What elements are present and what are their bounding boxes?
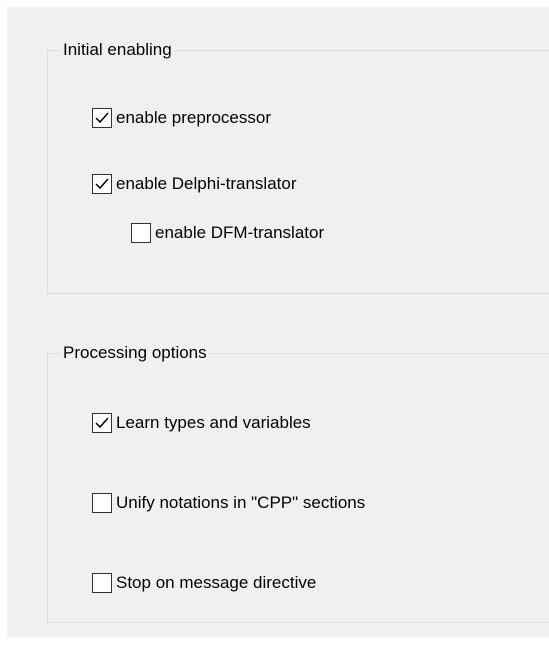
stop-on-message-label: Stop on message directive: [116, 573, 317, 592]
enable-dfm-translator-checkbox[interactable]: enable DFM-translator: [131, 221, 324, 245]
checkmark-icon: [95, 417, 109, 429]
checkbox-box[interactable]: [92, 493, 112, 513]
checkbox-box[interactable]: [92, 413, 112, 433]
unify-notations-label: Unify notations in "CPP" sections: [116, 493, 366, 512]
options-panel: Initial enabling enable preprocessor ena…: [7, 7, 549, 637]
checkmark-icon: [95, 112, 109, 124]
checkbox-box[interactable]: [92, 573, 112, 593]
checkbox-box[interactable]: [92, 108, 112, 128]
enable-delphi-translator-label: enable Delphi-translator: [116, 174, 297, 193]
enable-preprocessor-checkbox[interactable]: enable preprocessor: [92, 106, 271, 130]
checkbox-box[interactable]: [131, 223, 151, 243]
checkbox-box[interactable]: [92, 174, 112, 194]
enable-delphi-translator-checkbox[interactable]: enable Delphi-translator: [92, 172, 297, 196]
learn-types-label: Learn types and variables: [116, 413, 311, 432]
initial-enabling-group-title: Initial enabling: [60, 40, 175, 60]
learn-types-checkbox[interactable]: Learn types and variables: [92, 411, 311, 435]
enable-dfm-translator-label: enable DFM-translator: [155, 223, 325, 242]
processing-options-group-title: Processing options: [60, 343, 210, 363]
unify-notations-checkbox[interactable]: Unify notations in "CPP" sections: [92, 491, 365, 515]
stop-on-message-checkbox[interactable]: Stop on message directive: [92, 571, 316, 595]
enable-preprocessor-label: enable preprocessor: [116, 108, 271, 127]
checkmark-icon: [95, 178, 109, 190]
